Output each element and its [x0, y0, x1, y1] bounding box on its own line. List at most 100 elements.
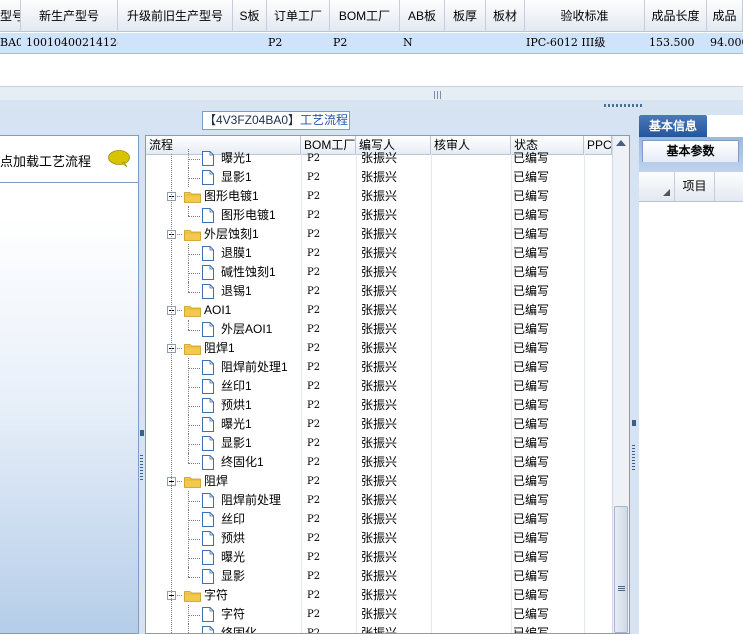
col-header-old-model[interactable]: 升级前旧生产型号: [118, 0, 233, 32]
tree-row[interactable]: 丝印 P2 张振兴 已编写: [146, 510, 612, 529]
tree-row[interactable]: 终固化 P2 张振兴 已编写: [146, 624, 612, 633]
cell-ab-board[interactable]: N: [403, 33, 423, 53]
status-cell: 已编写: [513, 246, 550, 260]
process-name: 退膜1: [221, 246, 252, 260]
col-header-model[interactable]: 型号: [0, 0, 21, 32]
document-icon: [202, 284, 214, 299]
grid-corner[interactable]: [639, 172, 675, 201]
bom-factory-cell: P2: [307, 324, 321, 335]
process-name: 预烘1: [221, 398, 252, 412]
tree-row[interactable]: 阻焊 P2 张振兴 已编写: [146, 472, 612, 491]
author-cell: 张振兴: [361, 550, 398, 564]
cell-model[interactable]: BA0: [0, 33, 21, 53]
tree-connector: [188, 216, 200, 217]
tree-row[interactable]: 预烘 P2 张振兴 已编写: [146, 529, 612, 548]
scroll-up-icon[interactable]: [616, 140, 626, 146]
process-name: 丝印: [221, 512, 246, 526]
cell-acceptance[interactable]: IPC-6012 III级: [526, 33, 644, 53]
col-header-width[interactable]: 成品: [707, 0, 743, 32]
tree-row[interactable]: 显影1 P2 张振兴 已编写: [146, 434, 612, 453]
col-header-material[interactable]: 板材: [486, 0, 525, 32]
horizontal-scrollbar[interactable]: [0, 86, 743, 100]
folder-icon: [184, 190, 201, 203]
tree-row[interactable]: 图形电镀1 P2 张振兴 已编写: [146, 187, 612, 206]
col-header-ab-board[interactable]: AB板: [400, 0, 445, 32]
author-cell: 张振兴: [361, 265, 398, 279]
status-cell: 已编写: [513, 265, 550, 279]
tree-row[interactable]: 显影1 P2 张振兴 已编写: [146, 168, 612, 187]
tree-row[interactable]: 阻焊前处理1 P2 张振兴 已编写: [146, 358, 612, 377]
col-header-new-model[interactable]: 新生产型号: [21, 0, 118, 32]
process-name: 终固化1: [221, 455, 264, 469]
tree-row[interactable]: 阻焊前处理 P2 张振兴 已编写: [146, 491, 612, 510]
bom-factory-cell: P2: [307, 476, 321, 487]
col-header-item[interactable]: 项目: [675, 172, 715, 201]
collapse-right-handle[interactable]: [632, 420, 636, 426]
tree-row[interactable]: 曝光1 P2 张振兴 已编写: [146, 149, 612, 168]
cell-width[interactable]: 94.000: [710, 33, 743, 53]
tree-row[interactable]: 终固化1 P2 张振兴 已编写: [146, 453, 612, 472]
cell-length[interactable]: 153.500: [649, 33, 705, 53]
col-header-bom-factory[interactable]: BOM工厂: [330, 0, 400, 32]
author-cell: 张振兴: [361, 512, 398, 526]
author-cell: 张振兴: [361, 284, 398, 298]
col-header-acceptance[interactable]: 验收标准: [525, 0, 645, 32]
load-process-hint[interactable]: 点加载工艺流程: [0, 151, 91, 170]
tree-row[interactable]: 退膜1 P2 张振兴 已编写: [146, 244, 612, 263]
col-header-length[interactable]: 成品长度: [645, 0, 707, 32]
tree-connector: [188, 406, 200, 407]
left-grip-icon[interactable]: [140, 455, 143, 480]
status-cell: 已编写: [513, 436, 550, 450]
tree-row[interactable]: 显影 P2 张振兴 已编写: [146, 567, 612, 586]
process-name: 外层AOI1: [221, 322, 273, 336]
right-grip-icon[interactable]: [632, 445, 635, 470]
bom-factory-cell: P2: [307, 305, 321, 316]
status-cell: 已编写: [513, 417, 550, 431]
col-header-s-board[interactable]: S板: [233, 0, 267, 32]
document-icon: [202, 455, 214, 470]
tab-basic-params[interactable]: 基本参数: [642, 140, 739, 162]
tree-row[interactable]: 字符 P2 张振兴 已编写: [146, 605, 612, 624]
vertical-scrollbar[interactable]: [612, 136, 629, 633]
tree-row[interactable]: 预烘1 P2 张振兴 已编写: [146, 396, 612, 415]
col-header-thickness[interactable]: 板厚: [445, 0, 486, 32]
process-tab-title[interactable]: 【4V3FZ04BA0】工艺流程: [202, 111, 350, 130]
cell-order-factory[interactable]: P2: [268, 33, 308, 53]
tree-row[interactable]: 碱性蚀刻1 P2 张振兴 已编写: [146, 263, 612, 282]
tab-basic-info[interactable]: 基本信息: [639, 115, 707, 137]
scroll-grip-icon[interactable]: [434, 91, 442, 99]
right-panel: 基本信息 基本参数 项目: [639, 115, 743, 634]
process-name: 阻焊前处理: [221, 493, 282, 507]
collapse-left-handle[interactable]: [140, 430, 144, 436]
tree-row[interactable]: 曝光 P2 张振兴 已编写: [146, 548, 612, 567]
tree-row[interactable]: AOI1 P2 张振兴 已编写: [146, 301, 612, 320]
tree-row[interactable]: 外层AOI1 P2 张振兴 已编写: [146, 320, 612, 339]
bom-factory-cell: P2: [307, 495, 321, 506]
speech-bubble-icon[interactable]: [108, 150, 130, 167]
tree-connector: [188, 330, 200, 331]
document-icon: [202, 246, 214, 261]
tree-row[interactable]: 阻焊1 P2 张振兴 已编写: [146, 339, 612, 358]
tree-connector: [188, 577, 200, 578]
bom-factory-cell: P2: [307, 362, 321, 373]
author-cell: 张振兴: [361, 531, 398, 545]
tree-row[interactable]: 曝光1 P2 张振兴 已编写: [146, 415, 612, 434]
scroll-thumb[interactable]: [614, 506, 628, 633]
process-name: 图形电镀1: [204, 189, 259, 203]
splitter-grip-icon[interactable]: [604, 104, 642, 107]
tree-row[interactable]: 字符 P2 张振兴 已编写: [146, 586, 612, 605]
document-icon: [202, 170, 214, 185]
splitter[interactable]: [0, 102, 743, 110]
cell-new-model[interactable]: 10010400214128: [26, 33, 118, 53]
tree-row[interactable]: 外层蚀刻1 P2 张振兴 已编写: [146, 225, 612, 244]
col-header-order-factory[interactable]: 订单工厂: [267, 0, 330, 32]
document-icon: [202, 626, 214, 633]
cell-bom-factory[interactable]: P2: [333, 33, 373, 53]
status-cell: 已编写: [513, 493, 550, 507]
tree-row[interactable]: 丝印1 P2 张振兴 已编写: [146, 377, 612, 396]
bom-factory-cell: P2: [307, 248, 321, 259]
process-name: 显影1: [221, 170, 252, 184]
tree-row[interactable]: 退锡1 P2 张振兴 已编写: [146, 282, 612, 301]
tree-row[interactable]: 图形电镀1 P2 张振兴 已编写: [146, 206, 612, 225]
document-icon: [202, 208, 214, 223]
